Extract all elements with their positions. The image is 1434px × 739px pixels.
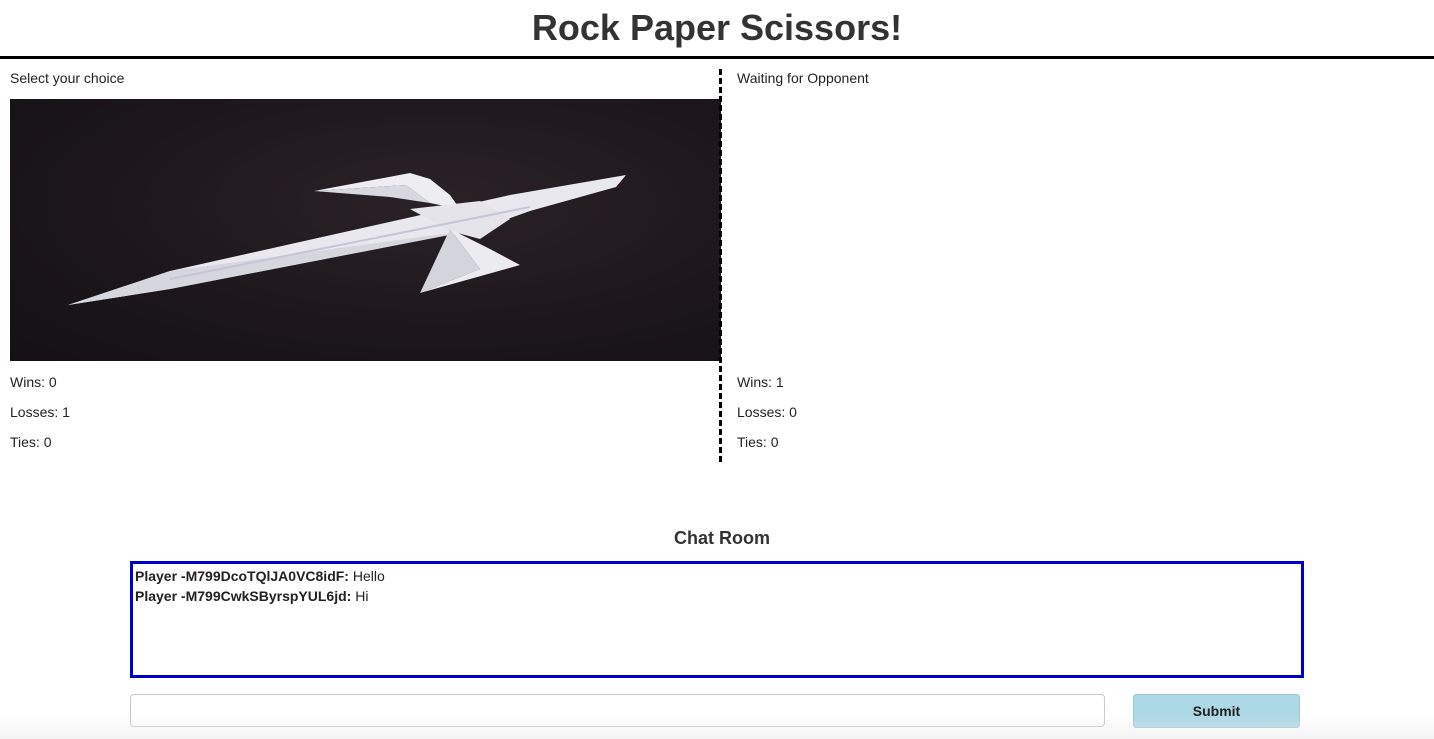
paper-sword-icon [68, 173, 626, 305]
player-panel: Select your choice Wins: 0 Losses: 1 Tie… [10, 68, 721, 463]
chat-message: Player -M799CwkSByrspYUL6jd: Hi [135, 586, 1299, 606]
chat-message-text: Hello [348, 568, 385, 584]
player-status: Select your choice [10, 70, 125, 86]
panel-divider [719, 69, 722, 462]
chat-input[interactable] [130, 694, 1105, 727]
chat-message-author: Player -M799CwkSByrspYUL6jd: [135, 588, 352, 604]
player-choice-image[interactable] [10, 99, 721, 361]
opponent-ties: Ties: 0 [737, 434, 779, 450]
title-divider [0, 56, 1434, 59]
chat-log[interactable]: Player -M799DcoTQlJA0VC8idF: Hello Playe… [130, 561, 1304, 678]
opponent-status: Waiting for Opponent [737, 70, 869, 86]
chat-title: Chat Room [674, 528, 770, 548]
player-wins: Wins: 0 [10, 374, 57, 390]
player-ties: Ties: 0 [10, 434, 52, 450]
player-losses: Losses: 1 [10, 404, 70, 420]
opponent-panel: Waiting for Opponent Wins: 1 Losses: 0 T… [737, 68, 1417, 463]
chat-message-author: Player -M799DcoTQlJA0VC8idF: [135, 568, 349, 584]
chat-message-text: Hi [351, 588, 369, 604]
opponent-wins: Wins: 1 [737, 374, 784, 390]
submit-button[interactable]: Submit [1133, 694, 1300, 728]
chat-message: Player -M799DcoTQlJA0VC8idF: Hello [135, 566, 1299, 586]
page-title: Rock Paper Scissors! [531, 7, 903, 48]
opponent-losses: Losses: 0 [737, 404, 797, 420]
